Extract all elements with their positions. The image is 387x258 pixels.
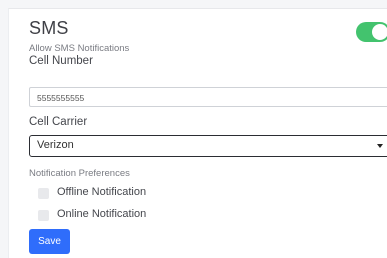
cell-carrier-value: Verizon bbox=[37, 139, 74, 151]
offline-notification-label: Offline Notification bbox=[57, 186, 147, 198]
toggle-knob bbox=[372, 24, 387, 40]
notification-preferences-label: Notification Preferences bbox=[29, 168, 130, 179]
cell-carrier-select[interactable]: Verizon bbox=[29, 135, 387, 157]
cell-number-label: Cell Number bbox=[29, 55, 93, 67]
sms-enable-toggle[interactable] bbox=[356, 22, 387, 42]
online-notification-label: Online Notification bbox=[57, 208, 147, 220]
allow-sms-label: Allow SMS Notifications bbox=[29, 43, 130, 54]
section-title: SMS bbox=[29, 18, 69, 38]
online-notification-checkbox[interactable] bbox=[38, 210, 49, 221]
cell-carrier-label: Cell Carrier bbox=[29, 116, 88, 128]
sms-settings-card: SMS Allow SMS Notifications Cell Number … bbox=[8, 8, 387, 258]
save-button[interactable]: Save bbox=[29, 229, 70, 254]
cell-number-input[interactable]: 5555555555 bbox=[29, 87, 387, 107]
offline-notification-checkbox[interactable] bbox=[38, 188, 49, 199]
chevron-down-icon bbox=[377, 144, 383, 148]
